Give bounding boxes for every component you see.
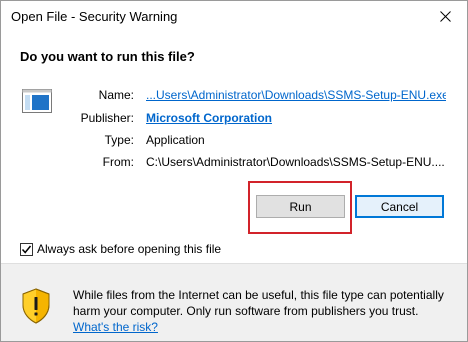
whats-the-risk-link[interactable]: What's the risk? [73, 320, 158, 334]
title-bar[interactable]: Open File - Security Warning [1, 1, 467, 32]
type-label: Type: [104, 133, 134, 147]
always-ask-checkbox[interactable] [20, 242, 33, 256]
warning-panel: While files from the Internet can be use… [1, 264, 467, 341]
security-warning-dialog: Open File - Security Warning Do you want… [0, 0, 468, 342]
dialog-body: Do you want to run this file? Name: ...U… [1, 32, 467, 263]
dialog-question: Do you want to run this file? [20, 49, 195, 64]
always-ask-option[interactable]: Always ask before opening this file [20, 241, 221, 257]
warning-shield-icon [22, 288, 50, 324]
always-ask-label: Always ask before opening this file [37, 242, 222, 256]
close-button[interactable] [423, 1, 467, 31]
run-button[interactable]: Run [256, 195, 345, 218]
from-label: From: [102, 155, 134, 169]
publisher-label: Publisher: [80, 111, 134, 125]
warning-line-2: harm your computer. Only run software fr… [73, 304, 419, 318]
application-file-icon [22, 89, 52, 113]
from-value: C:\Users\Administrator\Downloads\SSMS-Se… [146, 155, 445, 169]
file-name-link[interactable]: ...Users\Administrator\Downloads\SSMS-Se… [146, 88, 446, 102]
cancel-button[interactable]: Cancel [355, 195, 444, 218]
name-label: Name: [98, 88, 134, 102]
warning-message: While files from the Internet can be use… [73, 287, 458, 335]
warning-line-1: While files from the Internet can be use… [73, 288, 444, 302]
window-title: Open File - Security Warning [11, 9, 178, 24]
publisher-link[interactable]: Microsoft Corporation [146, 111, 446, 125]
checkmark-icon [21, 245, 32, 254]
type-value: Application [146, 133, 205, 147]
close-icon [439, 10, 451, 22]
